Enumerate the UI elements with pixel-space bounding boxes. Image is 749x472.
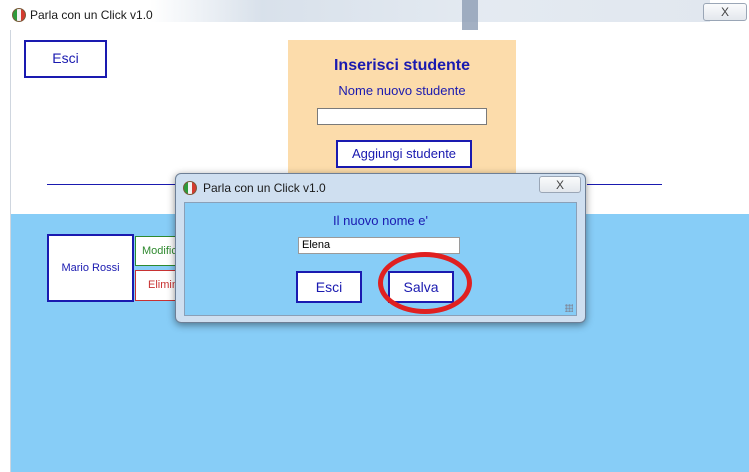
insert-panel-title: Inserisci studente [333,57,471,74]
student-card[interactable]: Mario Rossi [47,234,134,302]
dialog-title: Parla con un Click v1.0 [203,181,326,195]
dialog-client-area: Il nuovo nome e' Elena Esci Salva [184,202,577,316]
new-student-name-label: Nome nuovo studente [338,83,466,98]
dialog-exit-button[interactable]: Esci [296,271,362,303]
new-name-prompt: Il nuovo nome e' [333,213,428,228]
window-title: Parla con un Click v1.0 [30,8,153,22]
divider-line-left [47,184,177,185]
rename-dialog: Parla con un Click v1.0 X Il nuovo nome … [175,173,586,323]
add-student-button[interactable]: Aggiungi studente [336,140,472,168]
background-window-edge [462,0,478,30]
new-student-name-input[interactable] [317,108,487,125]
insert-student-panel: Inserisci studente Nome nuovo studente A… [288,40,516,180]
window-close-button[interactable]: X [703,3,747,21]
dialog-title-bar: Parla con un Click v1.0 X [176,174,585,201]
resize-grip-icon[interactable] [565,304,573,312]
exit-button[interactable]: Esci [24,40,107,78]
background-window-blur [150,0,710,22]
dialog-app-flag-icon [183,181,197,195]
save-button[interactable]: Salva [388,271,454,303]
main-title-bar: Parla con un Click v1.0 X [0,0,749,30]
new-name-input[interactable]: Elena [298,237,460,254]
dialog-close-button[interactable]: X [539,176,581,193]
divider-line-right [587,184,662,185]
app-flag-icon [12,8,26,22]
